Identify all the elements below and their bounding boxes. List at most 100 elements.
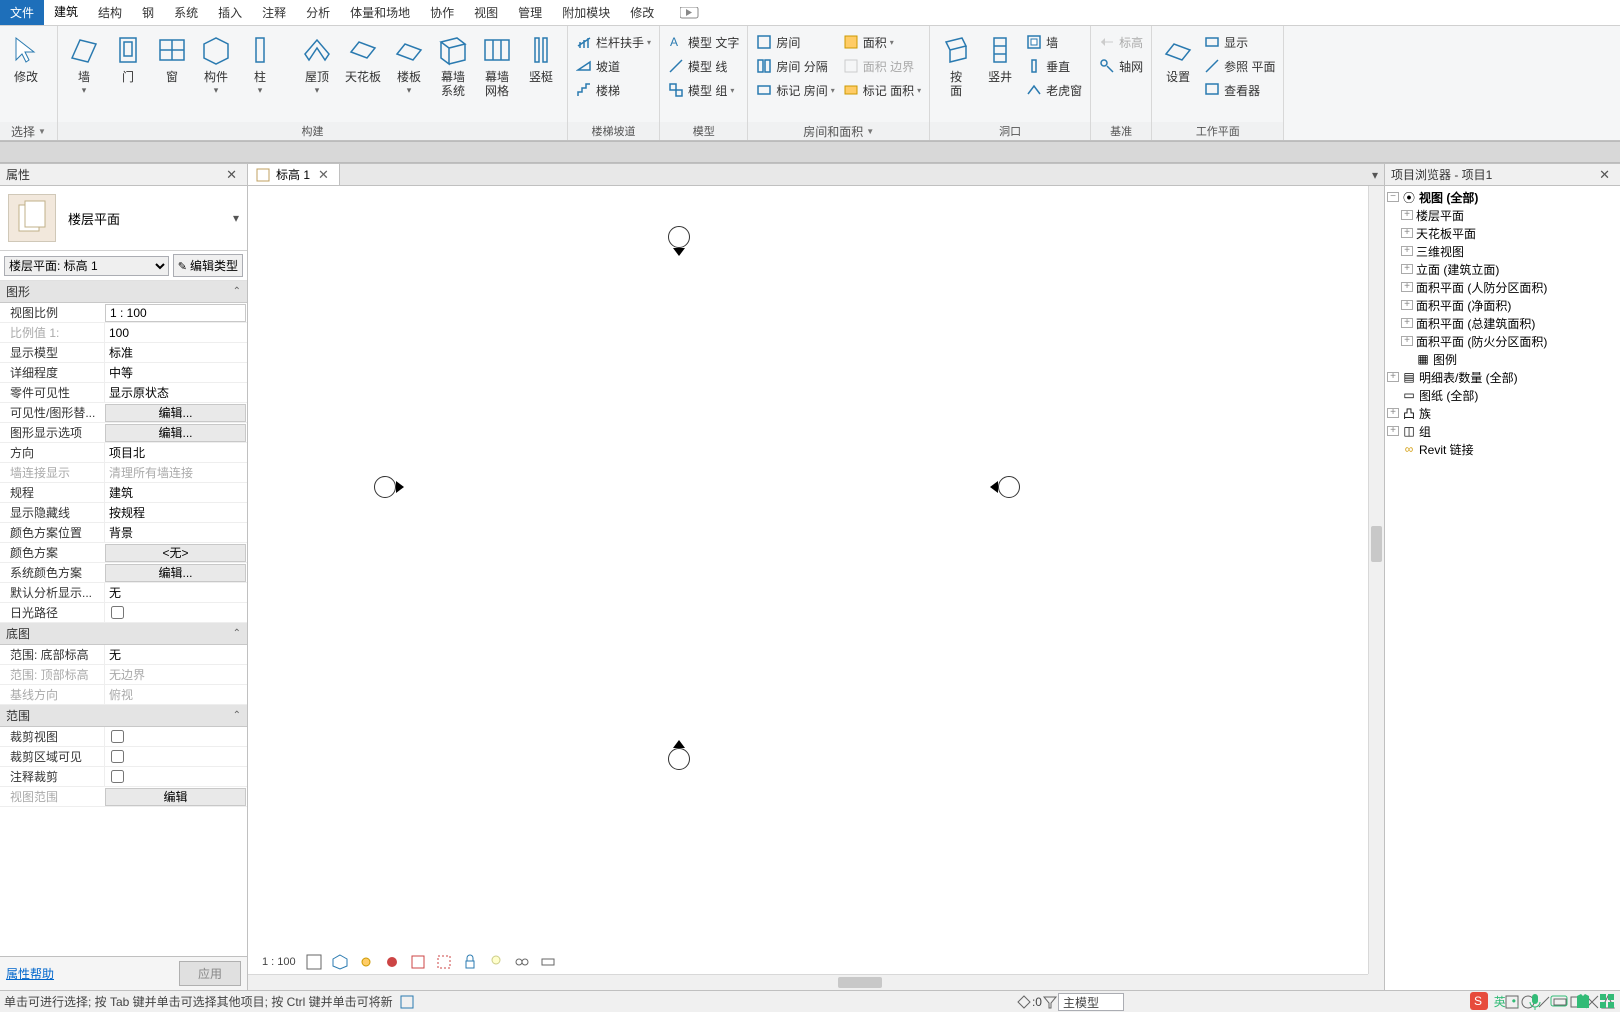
- menu-massing[interactable]: 体量和场地: [340, 0, 420, 25]
- prop-default-analysis[interactable]: 默认分析显示...无: [0, 583, 247, 603]
- reveal-constraints-control[interactable]: [540, 954, 556, 970]
- section-graphics[interactable]: 图形⌃: [0, 281, 247, 303]
- model-text-tool[interactable]: A模型 文字: [664, 30, 743, 54]
- railing-tool[interactable]: 栏杆扶手▾: [572, 30, 655, 54]
- roof-tool[interactable]: 屋顶▾: [295, 30, 339, 98]
- skin-icon[interactable]: [1574, 992, 1592, 1010]
- prop-anno-crop[interactable]: 注释裁剪: [0, 767, 247, 787]
- visual-style-control[interactable]: [332, 954, 348, 970]
- tree-elevations[interactable]: +立面 (建筑立面): [1387, 260, 1618, 278]
- shaft-tool[interactable]: 竖井: [978, 30, 1022, 86]
- room-sep-tool[interactable]: 房间 分隔: [752, 54, 838, 78]
- wall-opening-tool[interactable]: 墙: [1022, 30, 1086, 54]
- section-extent[interactable]: 范围⌃: [0, 705, 247, 727]
- crop-visible-control[interactable]: [436, 954, 452, 970]
- tree-area4[interactable]: +面积平面 (防火分区面积): [1387, 332, 1618, 350]
- vertical-scrollbar[interactable]: [1368, 186, 1384, 974]
- tree-3dviews[interactable]: +三维视图: [1387, 242, 1618, 260]
- elevation-marker-south[interactable]: [668, 748, 690, 770]
- stair-tool[interactable]: 楼梯: [572, 78, 655, 102]
- prop-graphic-display[interactable]: 图形显示选项编辑...: [0, 423, 247, 443]
- tree-groups[interactable]: +◫组: [1387, 422, 1618, 440]
- menu-insert[interactable]: 插入: [208, 0, 252, 25]
- menu-view[interactable]: 视图: [464, 0, 508, 25]
- ime-lang[interactable]: 英: [1494, 993, 1506, 1010]
- tree-views-root[interactable]: −⦿视图 (全部): [1387, 188, 1618, 206]
- lock-control[interactable]: [462, 954, 478, 970]
- sun-path-control[interactable]: [358, 954, 374, 970]
- tag-area-tool[interactable]: 标记 面积▾: [839, 78, 925, 102]
- elevation-marker-west[interactable]: [374, 476, 396, 498]
- floor-tool[interactable]: 楼板▾: [387, 30, 431, 98]
- toolbox-icon[interactable]: [1598, 992, 1616, 1010]
- menu-analyze[interactable]: 分析: [296, 0, 340, 25]
- filter-combo[interactable]: 主模型: [1058, 993, 1124, 1011]
- hidden-elements-control[interactable]: [488, 954, 504, 970]
- media-play-icon[interactable]: [674, 0, 706, 25]
- prop-color-scheme[interactable]: 颜色方案<无>: [0, 543, 247, 563]
- viewer-tool[interactable]: 查看器: [1200, 78, 1279, 102]
- set-workplane-tool[interactable]: 设置: [1156, 30, 1200, 86]
- tree-floorplans[interactable]: +楼层平面: [1387, 206, 1618, 224]
- prop-vg-overrides[interactable]: 可见性/图形替...编辑...: [0, 403, 247, 423]
- menu-annotate[interactable]: 注释: [252, 0, 296, 25]
- prop-sun-path[interactable]: 日光路径: [0, 603, 247, 623]
- edit-type-button[interactable]: ✎ 编辑类型: [173, 254, 243, 277]
- tree-area2[interactable]: +面积平面 (净面积): [1387, 296, 1618, 314]
- prop-crop-visible[interactable]: 裁剪区域可见: [0, 747, 247, 767]
- keyboard-icon[interactable]: [1550, 992, 1568, 1010]
- menu-file[interactable]: 文件: [0, 0, 44, 25]
- elevation-marker-north[interactable]: [668, 226, 690, 248]
- menu-systems[interactable]: 系统: [164, 0, 208, 25]
- menu-modify[interactable]: 修改: [620, 0, 664, 25]
- menu-manage[interactable]: 管理: [508, 0, 552, 25]
- prop-parts-visibility[interactable]: 零件可见性显示原状态: [0, 383, 247, 403]
- modify-tool[interactable]: 修改: [4, 30, 48, 86]
- dormer-tool[interactable]: 老虎窗: [1022, 78, 1086, 102]
- window-tool[interactable]: 窗: [150, 30, 194, 86]
- prop-underlay-bottom[interactable]: 范围: 底部标高无: [0, 645, 247, 665]
- column-tool[interactable]: 柱▾: [238, 30, 282, 98]
- sogou-icon[interactable]: S: [1470, 992, 1488, 1010]
- ceiling-tool[interactable]: 天花板: [339, 30, 387, 86]
- prop-display-model[interactable]: 显示模型标准: [0, 343, 247, 363]
- workset-icon[interactable]: [1016, 994, 1032, 1010]
- show-workplane-tool[interactable]: 显示: [1200, 30, 1279, 54]
- prop-view-range[interactable]: 视图范围编辑: [0, 787, 247, 807]
- vertical-opening-tool[interactable]: 垂直: [1022, 54, 1086, 78]
- tree-links[interactable]: ∞Revit 链接: [1387, 440, 1618, 458]
- wall-tool[interactable]: 墙▾: [62, 30, 106, 98]
- level-tool[interactable]: 标高: [1095, 30, 1147, 54]
- menu-addins[interactable]: 附加模块: [552, 0, 620, 25]
- menu-architecture[interactable]: 建筑: [44, 0, 88, 25]
- detail-level-control[interactable]: [306, 954, 322, 970]
- menu-collab[interactable]: 协作: [420, 0, 464, 25]
- curtain-system-tool[interactable]: 幕墙 系统: [431, 30, 475, 101]
- model-group-tool[interactable]: 模型 组▾: [664, 78, 743, 102]
- filter-icon[interactable]: [1042, 994, 1058, 1010]
- section-underlay[interactable]: 底图⌃: [0, 623, 247, 645]
- properties-help-link[interactable]: 属性帮助: [6, 965, 54, 982]
- shadow-control[interactable]: [384, 954, 400, 970]
- apply-button[interactable]: 应用: [179, 961, 241, 986]
- ref-plane-tool[interactable]: 参照 平面: [1200, 54, 1279, 78]
- scale-control[interactable]: 1 : 100: [262, 956, 296, 968]
- elevation-marker-east[interactable]: [998, 476, 1020, 498]
- menu-structure[interactable]: 结构: [88, 0, 132, 25]
- area-boundary-tool[interactable]: 面积 边界: [839, 54, 925, 78]
- selection-count-icon[interactable]: [399, 994, 415, 1010]
- mullion-tool[interactable]: 竖梃: [519, 30, 563, 86]
- tree-legends[interactable]: ▦图例: [1387, 350, 1618, 368]
- prop-crop-view[interactable]: 裁剪视图: [0, 727, 247, 747]
- type-selector[interactable]: 楼层平面 ▾: [0, 186, 247, 251]
- tree-area3[interactable]: +面积平面 (总建筑面积): [1387, 314, 1618, 332]
- door-tool[interactable]: 门: [106, 30, 150, 86]
- menu-steel[interactable]: 钢: [132, 0, 164, 25]
- horizontal-scrollbar[interactable]: [248, 974, 1368, 990]
- component-tool[interactable]: 构件▾: [194, 30, 238, 98]
- prop-discipline[interactable]: 规程建筑: [0, 483, 247, 503]
- properties-close[interactable]: ✕: [222, 167, 241, 183]
- tree-area1[interactable]: +面积平面 (人防分区面积): [1387, 278, 1618, 296]
- prop-view-scale[interactable]: 视图比例1 : 100: [0, 303, 247, 323]
- prop-detail-level[interactable]: 详细程度中等: [0, 363, 247, 383]
